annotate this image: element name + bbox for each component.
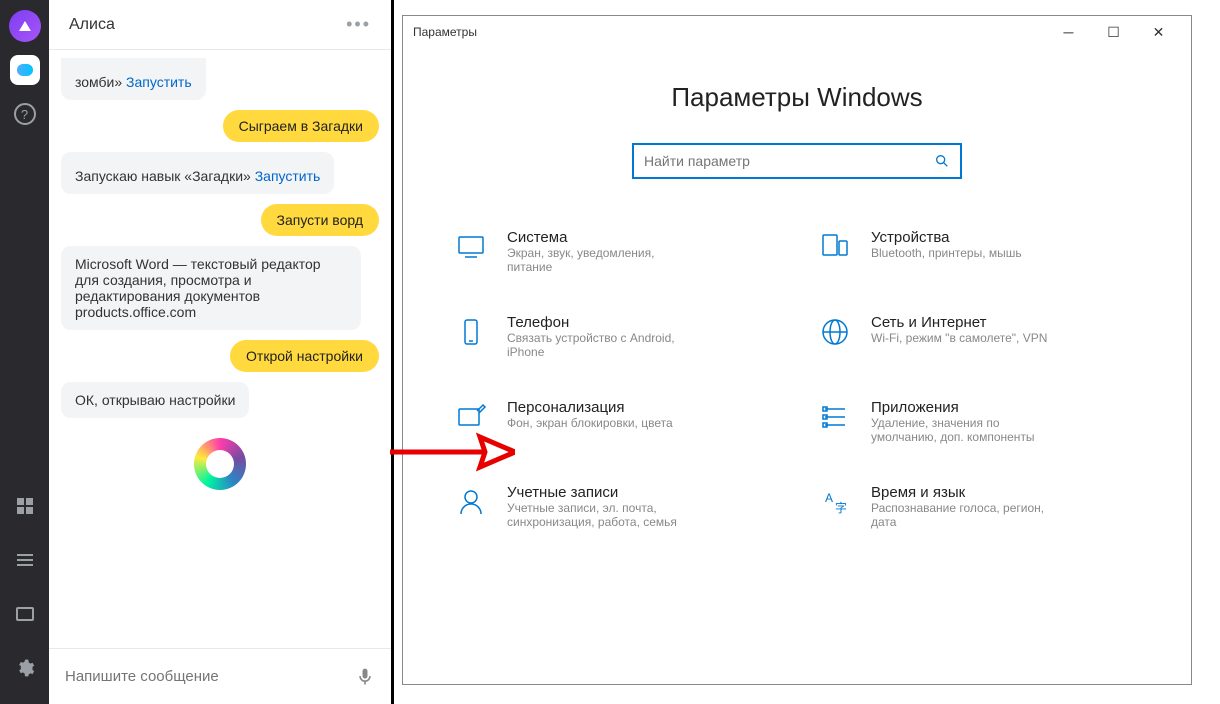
alisa-ring-icon[interactable] <box>194 438 246 490</box>
taskbar: ? <box>0 0 49 704</box>
settings-icon[interactable] <box>7 650 43 686</box>
phone-icon <box>453 314 489 350</box>
chat-header: Алиса ••• <box>49 0 391 50</box>
settings-heading: Параметры Windows <box>433 82 1161 113</box>
close-button[interactable]: ✕ <box>1136 16 1181 48</box>
category-accounts[interactable]: Учетные записиУчетные записи, эл. почта,… <box>453 484 777 529</box>
chat-body: зомби» Запустить Сыграем в Загадки Запус… <box>49 50 391 648</box>
chat-icon[interactable] <box>7 52 43 88</box>
category-devices[interactable]: УстройстваBluetooth, принтеры, мышь <box>817 229 1141 274</box>
chat-title: Алиса <box>69 16 346 34</box>
alisa-icon[interactable] <box>7 8 43 44</box>
menu-icon[interactable] <box>7 542 43 578</box>
user-message: Сыграем в Загадки <box>223 110 379 142</box>
launch-link[interactable]: Запустить <box>255 168 321 184</box>
minimize-button[interactable]: ─ <box>1046 16 1091 48</box>
chat-panel: Алиса ••• зомби» Запустить Сыграем в Заг… <box>49 0 394 704</box>
accounts-icon <box>453 484 489 520</box>
launch-link[interactable]: Запустить <box>126 74 192 90</box>
apps-icon <box>817 399 853 435</box>
chat-input[interactable] <box>65 668 355 685</box>
maximize-button[interactable]: ☐ <box>1091 16 1136 48</box>
assistant-message: Microsoft Word — текстовый редактор для … <box>61 246 361 330</box>
category-apps[interactable]: ПриложенияУдаление, значения по умолчани… <box>817 399 1141 444</box>
window-title: Параметры <box>413 25 1046 39</box>
category-network[interactable]: Сеть и ИнтернетWi-Fi, режим "в самолете"… <box>817 314 1141 359</box>
more-button[interactable]: ••• <box>346 14 371 35</box>
user-message: Запусти ворд <box>261 204 380 236</box>
svg-text:字: 字 <box>835 500 847 515</box>
window-titlebar: Параметры ─ ☐ ✕ <box>403 16 1191 48</box>
annotation-arrow-icon <box>385 432 515 472</box>
search-input[interactable] <box>644 153 934 169</box>
svg-text:A: A <box>825 491 833 505</box>
time-language-icon: A字 <box>817 484 853 520</box>
chat-input-row <box>49 648 391 704</box>
settings-window: Параметры ─ ☐ ✕ Параметры Windows Систем… <box>402 15 1192 685</box>
settings-window-container: Параметры ─ ☐ ✕ Параметры Windows Систем… <box>394 0 1220 704</box>
start-icon[interactable] <box>7 488 43 524</box>
system-icon <box>453 229 489 265</box>
network-icon <box>817 314 853 350</box>
category-system[interactable]: СистемаЭкран, звук, уведомления, питание <box>453 229 777 274</box>
user-message: Открой настройки <box>230 340 379 372</box>
microphone-icon[interactable] <box>355 667 375 687</box>
explorer-icon[interactable] <box>7 596 43 632</box>
assistant-message: Запускаю навык «Загадки» Запустить <box>61 152 334 194</box>
search-icon <box>934 153 950 169</box>
help-icon[interactable]: ? <box>7 96 43 132</box>
categories-grid: СистемаЭкран, звук, уведомления, питание… <box>433 229 1161 529</box>
devices-icon <box>817 229 853 265</box>
personalization-icon <box>453 399 489 435</box>
assistant-message: ОК, открываю настройки <box>61 382 249 418</box>
assistant-message: зомби» Запустить <box>61 58 206 100</box>
search-box[interactable] <box>632 143 962 179</box>
category-time-language[interactable]: A字 Время и языкРаспознавание голоса, рег… <box>817 484 1141 529</box>
category-phone[interactable]: ТелефонСвязать устройство с Android, iPh… <box>453 314 777 359</box>
